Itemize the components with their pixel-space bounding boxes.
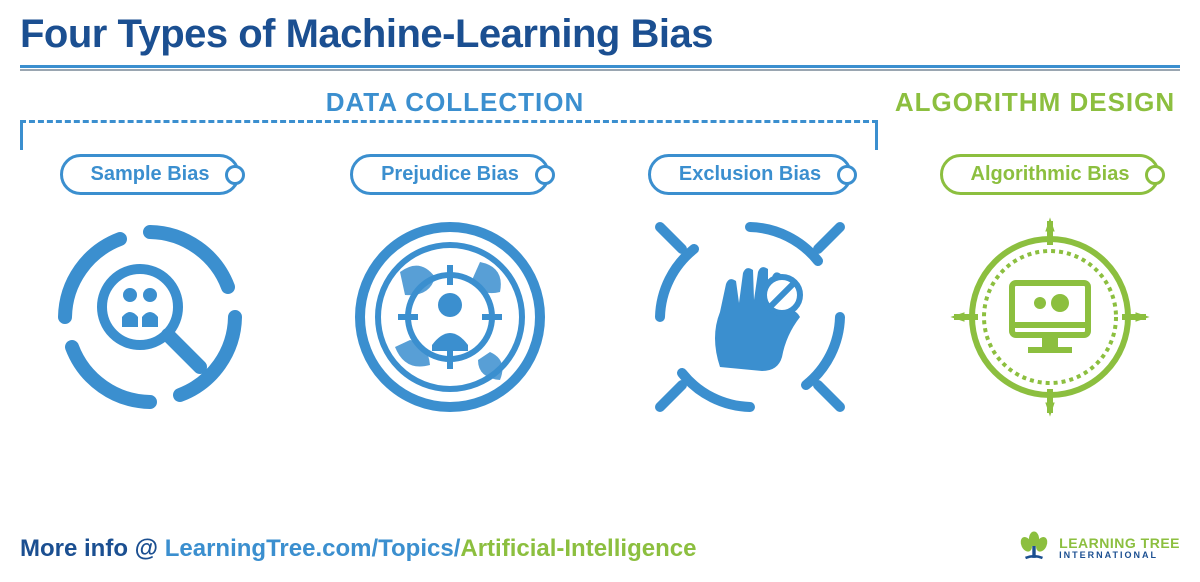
card-exclusion-bias: Exclusion Bias [620,154,880,417]
hand-stop-icon [650,217,850,417]
bias-cards: Sample Bias [0,154,1200,417]
card-algorithmic-bias: Algorithmic Bias [920,154,1180,417]
footer-info: More info @ LearningTree.com/Topics/Arti… [20,535,696,563]
card-prejudice-bias: Prejudice Bias [320,154,580,417]
section-headers: DATA COLLECTION ALGORITHM DESIGN [0,75,1200,118]
pill-exclusion-bias: Exclusion Bias [648,154,852,195]
footer-url-part2: Artificial-Intelligence [460,535,696,562]
card-sample-bias: Sample Bias [20,154,280,417]
pill-algorithmic-bias: Algorithmic Bias [940,154,1161,195]
footer-url-part1: LearningTree.com/Topics/ [165,535,461,562]
data-collection-bracket [20,120,878,150]
pill-prejudice-bias: Prejudice Bias [350,154,550,195]
learning-tree-logo: LEARNING TREE INTERNATIONAL [1017,529,1180,568]
logo-text: LEARNING TREE INTERNATIONAL [1059,536,1180,561]
section-label-data-collection: DATA COLLECTION [20,87,890,118]
divider [20,65,1180,71]
magnifier-people-icon [50,217,250,417]
page-title: Four Types of Machine-Learning Bias [0,0,1200,65]
logo-line2: INTERNATIONAL [1059,550,1180,561]
bracket-row [20,120,1180,154]
globe-target-person-icon [350,217,550,417]
footer-prefix: More info @ [20,535,165,562]
section-label-algorithm-design: ALGORITHM DESIGN [890,87,1180,118]
logo-line1: LEARNING TREE [1059,536,1180,550]
footer: More info @ LearningTree.com/Topics/Arti… [20,529,1180,568]
pill-sample-bias: Sample Bias [60,154,241,195]
computer-gear-icon [950,217,1150,417]
tree-icon [1017,529,1051,568]
